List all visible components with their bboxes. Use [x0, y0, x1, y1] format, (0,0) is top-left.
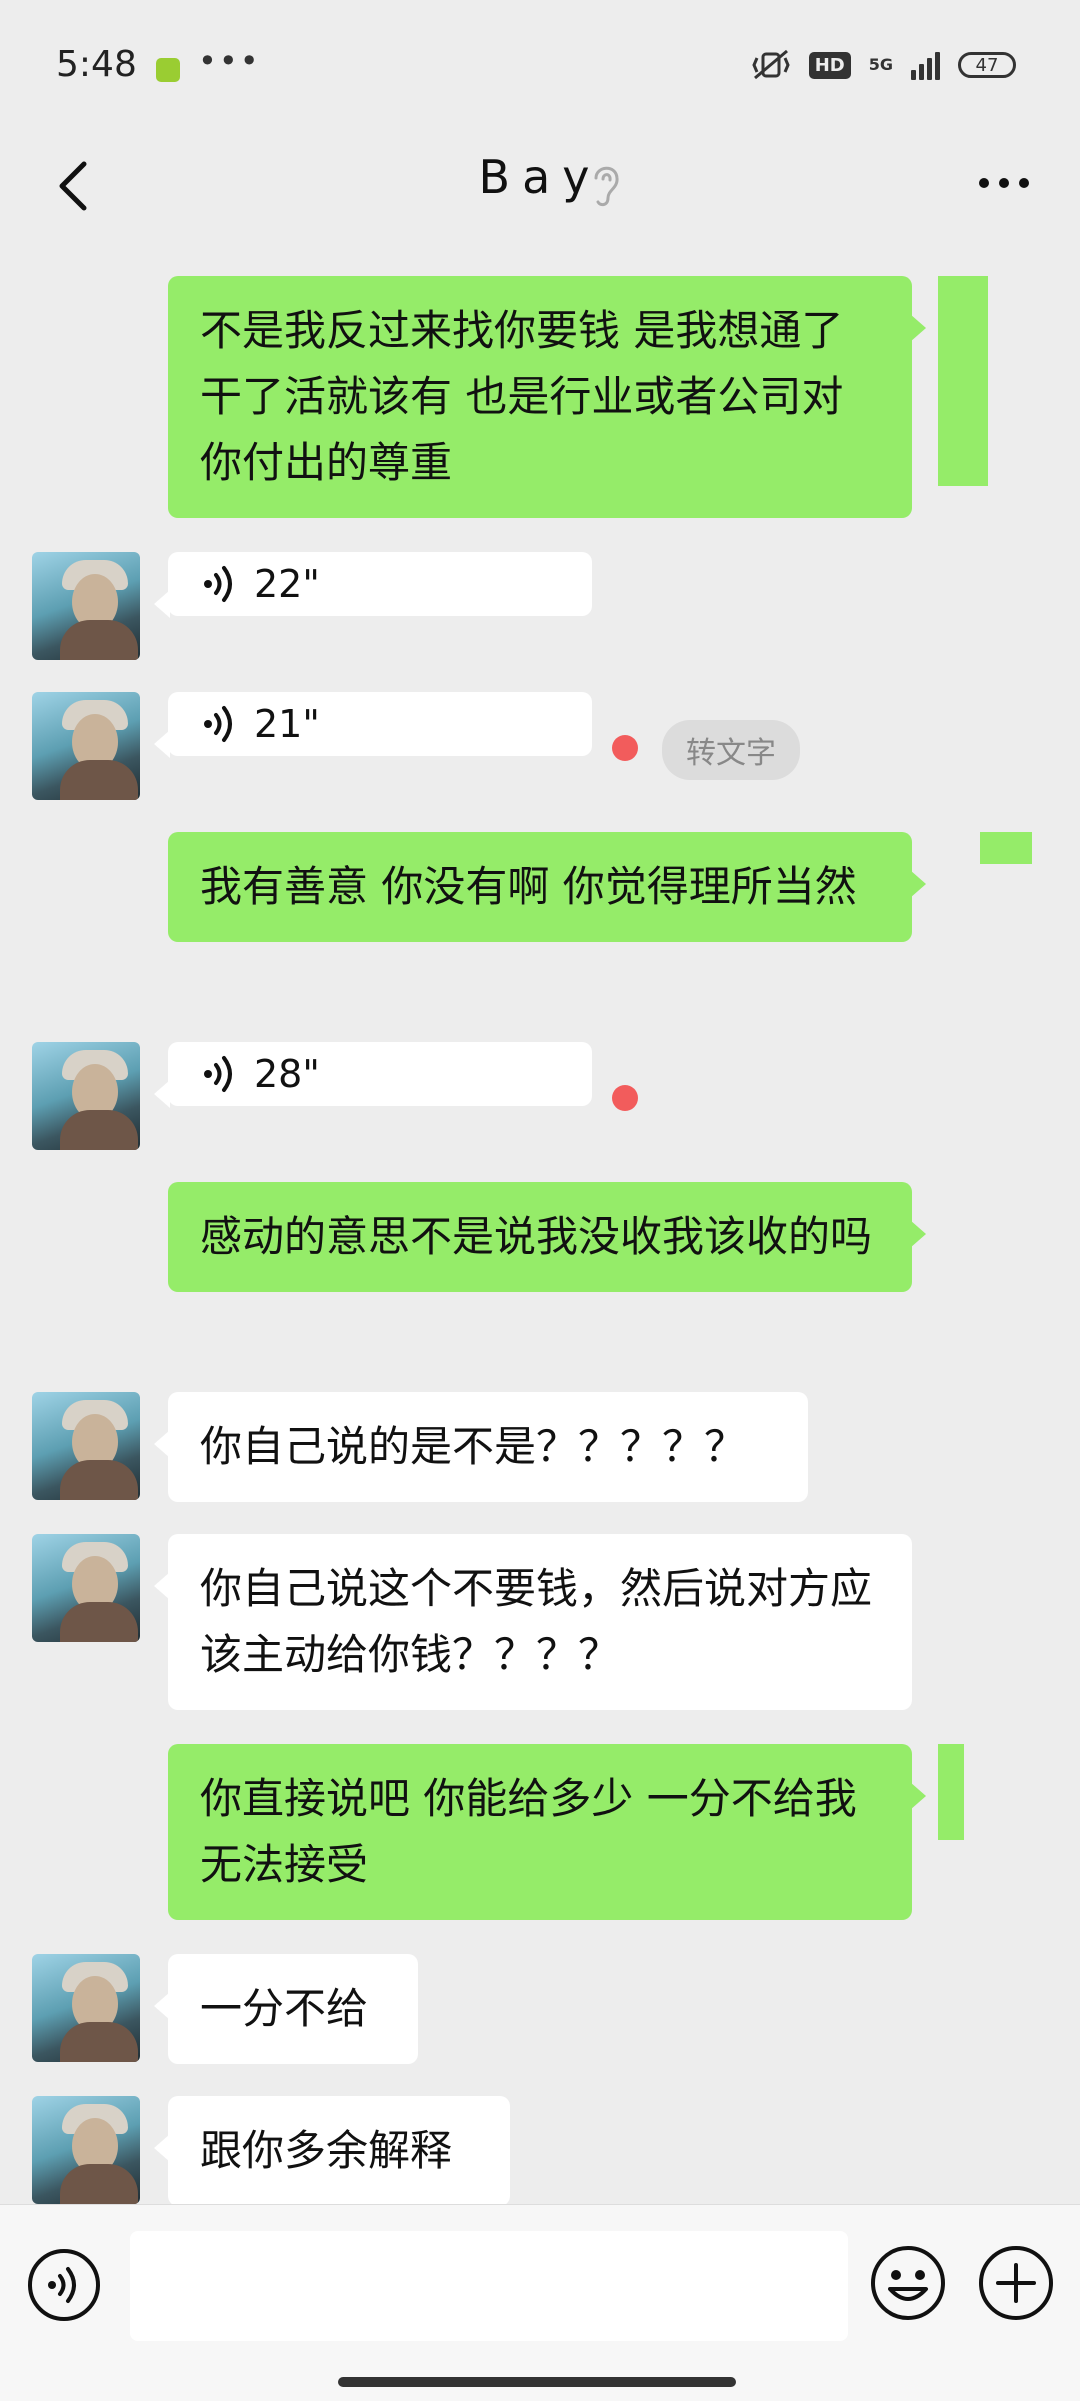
contact-avatar[interactable]	[32, 1534, 140, 1642]
voice-duration: 22"	[254, 562, 320, 606]
my-message-bubble[interactable]: 你直接说吧 你能给多少 一分不给我无法接受	[168, 1744, 926, 1920]
contact-avatar[interactable]	[32, 552, 140, 660]
hd-badge: HD	[808, 51, 851, 79]
voice-input-icon[interactable]	[26, 2247, 102, 2323]
battery-icon: 47	[958, 52, 1016, 78]
message-text: 你直接说吧 你能给多少 一分不给我无法接受	[200, 1774, 857, 1889]
message-text: 感动的意思不是说我没收我该收的吗	[200, 1212, 873, 1261]
contact-avatar[interactable]	[32, 1392, 140, 1500]
message-text: 你自己说的是不是？？？？？	[200, 1422, 747, 1471]
message-text: 我有善意 你没有啊 你觉得理所当然	[200, 862, 857, 911]
contact-message-bubble[interactable]: 一分不给	[154, 1954, 418, 2064]
my-message-bubble[interactable]: 我有善意 你没有啊 你觉得理所当然	[168, 832, 926, 942]
unread-dot	[612, 1085, 638, 1111]
contact-message-bubble[interactable]: 跟你多余解释	[154, 2096, 510, 2204]
message-input-bar	[0, 2204, 1080, 2401]
more-notifications-icon: •••	[198, 42, 261, 80]
transcribe-button[interactable]: 转文字	[662, 720, 800, 780]
chat-message-list[interactable]: 不是我反过来找你要钱 是我想通了干了活就该有 也是行业或者公司对你付出的尊重 2…	[0, 240, 1080, 2204]
voice-wave-icon	[204, 706, 232, 742]
message-text: 一分不给	[200, 1984, 369, 2033]
my-avatar[interactable]	[938, 832, 1048, 942]
voice-duration: 28"	[254, 1052, 320, 1096]
my-message-bubble[interactable]: 感动的意思不是说我没收我该收的吗	[168, 1182, 926, 1292]
more-icon[interactable]	[974, 158, 1034, 208]
chat-header: Bay	[0, 130, 1080, 240]
voice-message-bubble[interactable]: 21"	[154, 692, 592, 758]
voice-duration: 21"	[254, 702, 320, 746]
message-input[interactable]	[130, 2231, 848, 2341]
status-icons: HD 5G 47	[751, 48, 1016, 82]
contact-message-bubble[interactable]: 你自己说这个不要钱，然后说对方应该主动给你钱？？？？	[154, 1534, 912, 1710]
status-bar: 5:48 ••• HD 5G 47	[0, 0, 1080, 130]
vibrate-mute-icon	[752, 49, 790, 80]
voice-wave-icon	[204, 566, 232, 602]
voice-message-bubble[interactable]: 28"	[154, 1042, 592, 1108]
my-avatar[interactable]	[938, 276, 1048, 486]
contact-avatar[interactable]	[32, 692, 140, 800]
voice-message-bubble[interactable]: 22"	[154, 552, 592, 618]
ear-icon	[594, 166, 619, 207]
plus-icon[interactable]	[976, 2243, 1056, 2323]
network-type: 5G	[868, 55, 893, 74]
contact-avatar[interactable]	[32, 2096, 140, 2204]
app-notification-icon	[156, 58, 180, 82]
voice-wave-icon	[204, 1056, 232, 1092]
my-avatar[interactable]	[938, 1744, 1048, 1854]
emoji-icon[interactable]	[868, 2243, 948, 2323]
my-message-bubble[interactable]: 不是我反过来找你要钱 是我想通了干了活就该有 也是行业或者公司对你付出的尊重	[168, 276, 926, 518]
chat-title: Bay	[478, 150, 602, 204]
signal-icon	[911, 50, 940, 80]
message-text: 不是我反过来找你要钱 是我想通了干了活就该有 也是行业或者公司对你付出的尊重	[200, 306, 844, 487]
message-text: 跟你多余解释	[200, 2126, 453, 2175]
unread-dot	[612, 735, 638, 761]
status-time: 5:48	[56, 44, 137, 85]
message-text: 你自己说这个不要钱，然后说对方应该主动给你钱？？？？	[200, 1564, 873, 1679]
contact-avatar[interactable]	[32, 1042, 140, 1150]
contact-message-bubble[interactable]: 你自己说的是不是？？？？？	[154, 1392, 808, 1502]
home-indicator[interactable]	[338, 2377, 736, 2387]
battery-level: 47	[975, 54, 999, 76]
contact-avatar[interactable]	[32, 1954, 140, 2062]
